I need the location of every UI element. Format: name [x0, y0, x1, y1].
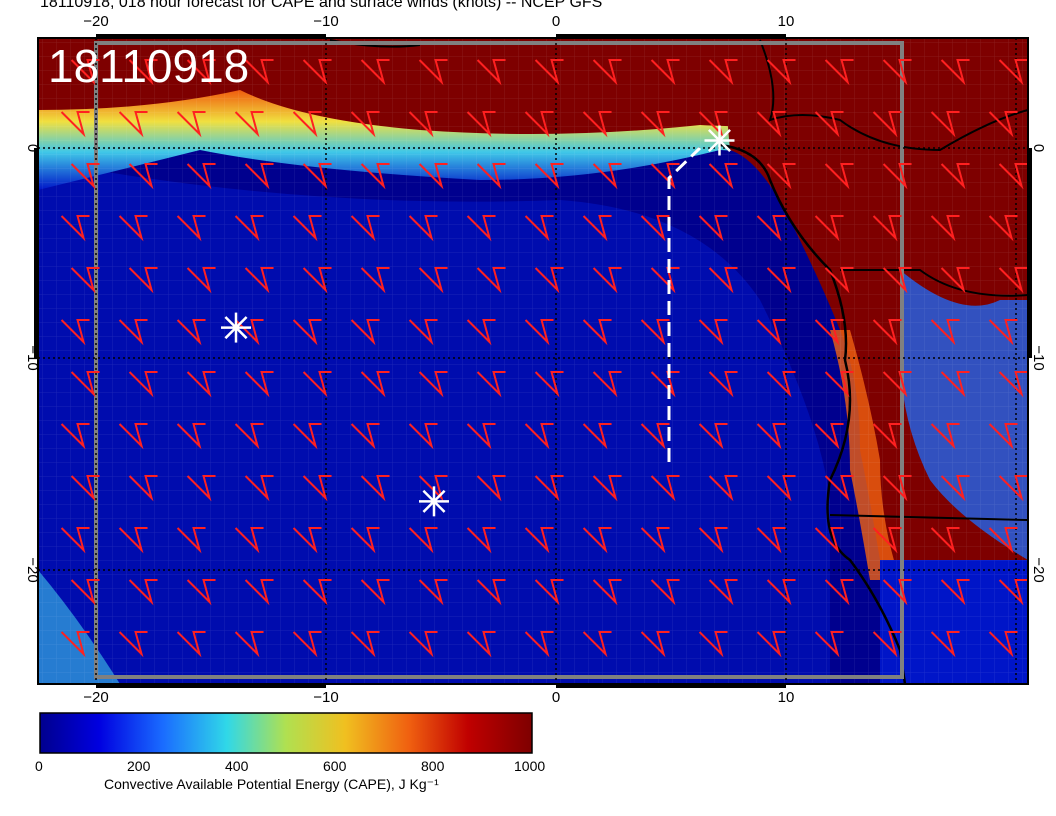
- lon-tick-top-3: 0: [552, 13, 560, 30]
- colorbar: [39, 712, 533, 754]
- lon-tick-top-4: 10: [778, 13, 795, 30]
- colorbar-tick-200: 200: [127, 758, 151, 774]
- colorbar-tick-400: 400: [225, 758, 249, 774]
- lon-tick-bottom-1: −20: [83, 689, 108, 706]
- lon-tick-top-1: −20: [83, 13, 108, 30]
- lon-tick-bottom-2: −10: [313, 689, 338, 706]
- wind-barb: [999, 683, 1028, 684]
- colorbar-tick-800: 800: [421, 758, 445, 774]
- colorbar-tick-0: 0: [35, 758, 43, 774]
- date-stamp: 18110918: [48, 40, 249, 92]
- wind-barb: [825, 683, 854, 684]
- wind-barb: [419, 683, 448, 684]
- wind-barb: [941, 683, 970, 684]
- map-figure: 18110918 −20 −10 0 10 −20 −10 0 10 0 −10…: [24, 13, 1047, 754]
- lat-tick-left-2: −10: [24, 345, 41, 370]
- marker-3-asterisk: [419, 486, 449, 517]
- lat-tick-right-2: −10: [1030, 345, 1047, 370]
- lat-tick-right-3: −20: [1030, 557, 1047, 582]
- wind-barb: [361, 683, 390, 684]
- colorbar-title: Convective Available Potential Energy (C…: [104, 776, 439, 792]
- cape-field: 18110918: [38, 38, 1028, 684]
- lat-tick-left-3: −20: [24, 557, 41, 582]
- colorbar-tick-1000: 1000: [514, 758, 546, 774]
- lat-tick-right-1: 0: [1030, 144, 1047, 152]
- colorbar-tick-600: 600: [323, 758, 347, 774]
- marker-2-asterisk: [221, 312, 251, 343]
- lon-tick-bottom-3: 0: [552, 689, 560, 706]
- wind-barb: [883, 683, 912, 684]
- fine-grid: [38, 38, 1028, 684]
- marker-1-asterisk: [704, 125, 735, 156]
- lon-tick-top-2: −10: [313, 13, 338, 30]
- lon-tick-bottom-4: 10: [778, 689, 795, 706]
- lat-tick-left-1: 0: [24, 144, 41, 152]
- wind-barb: [477, 683, 506, 684]
